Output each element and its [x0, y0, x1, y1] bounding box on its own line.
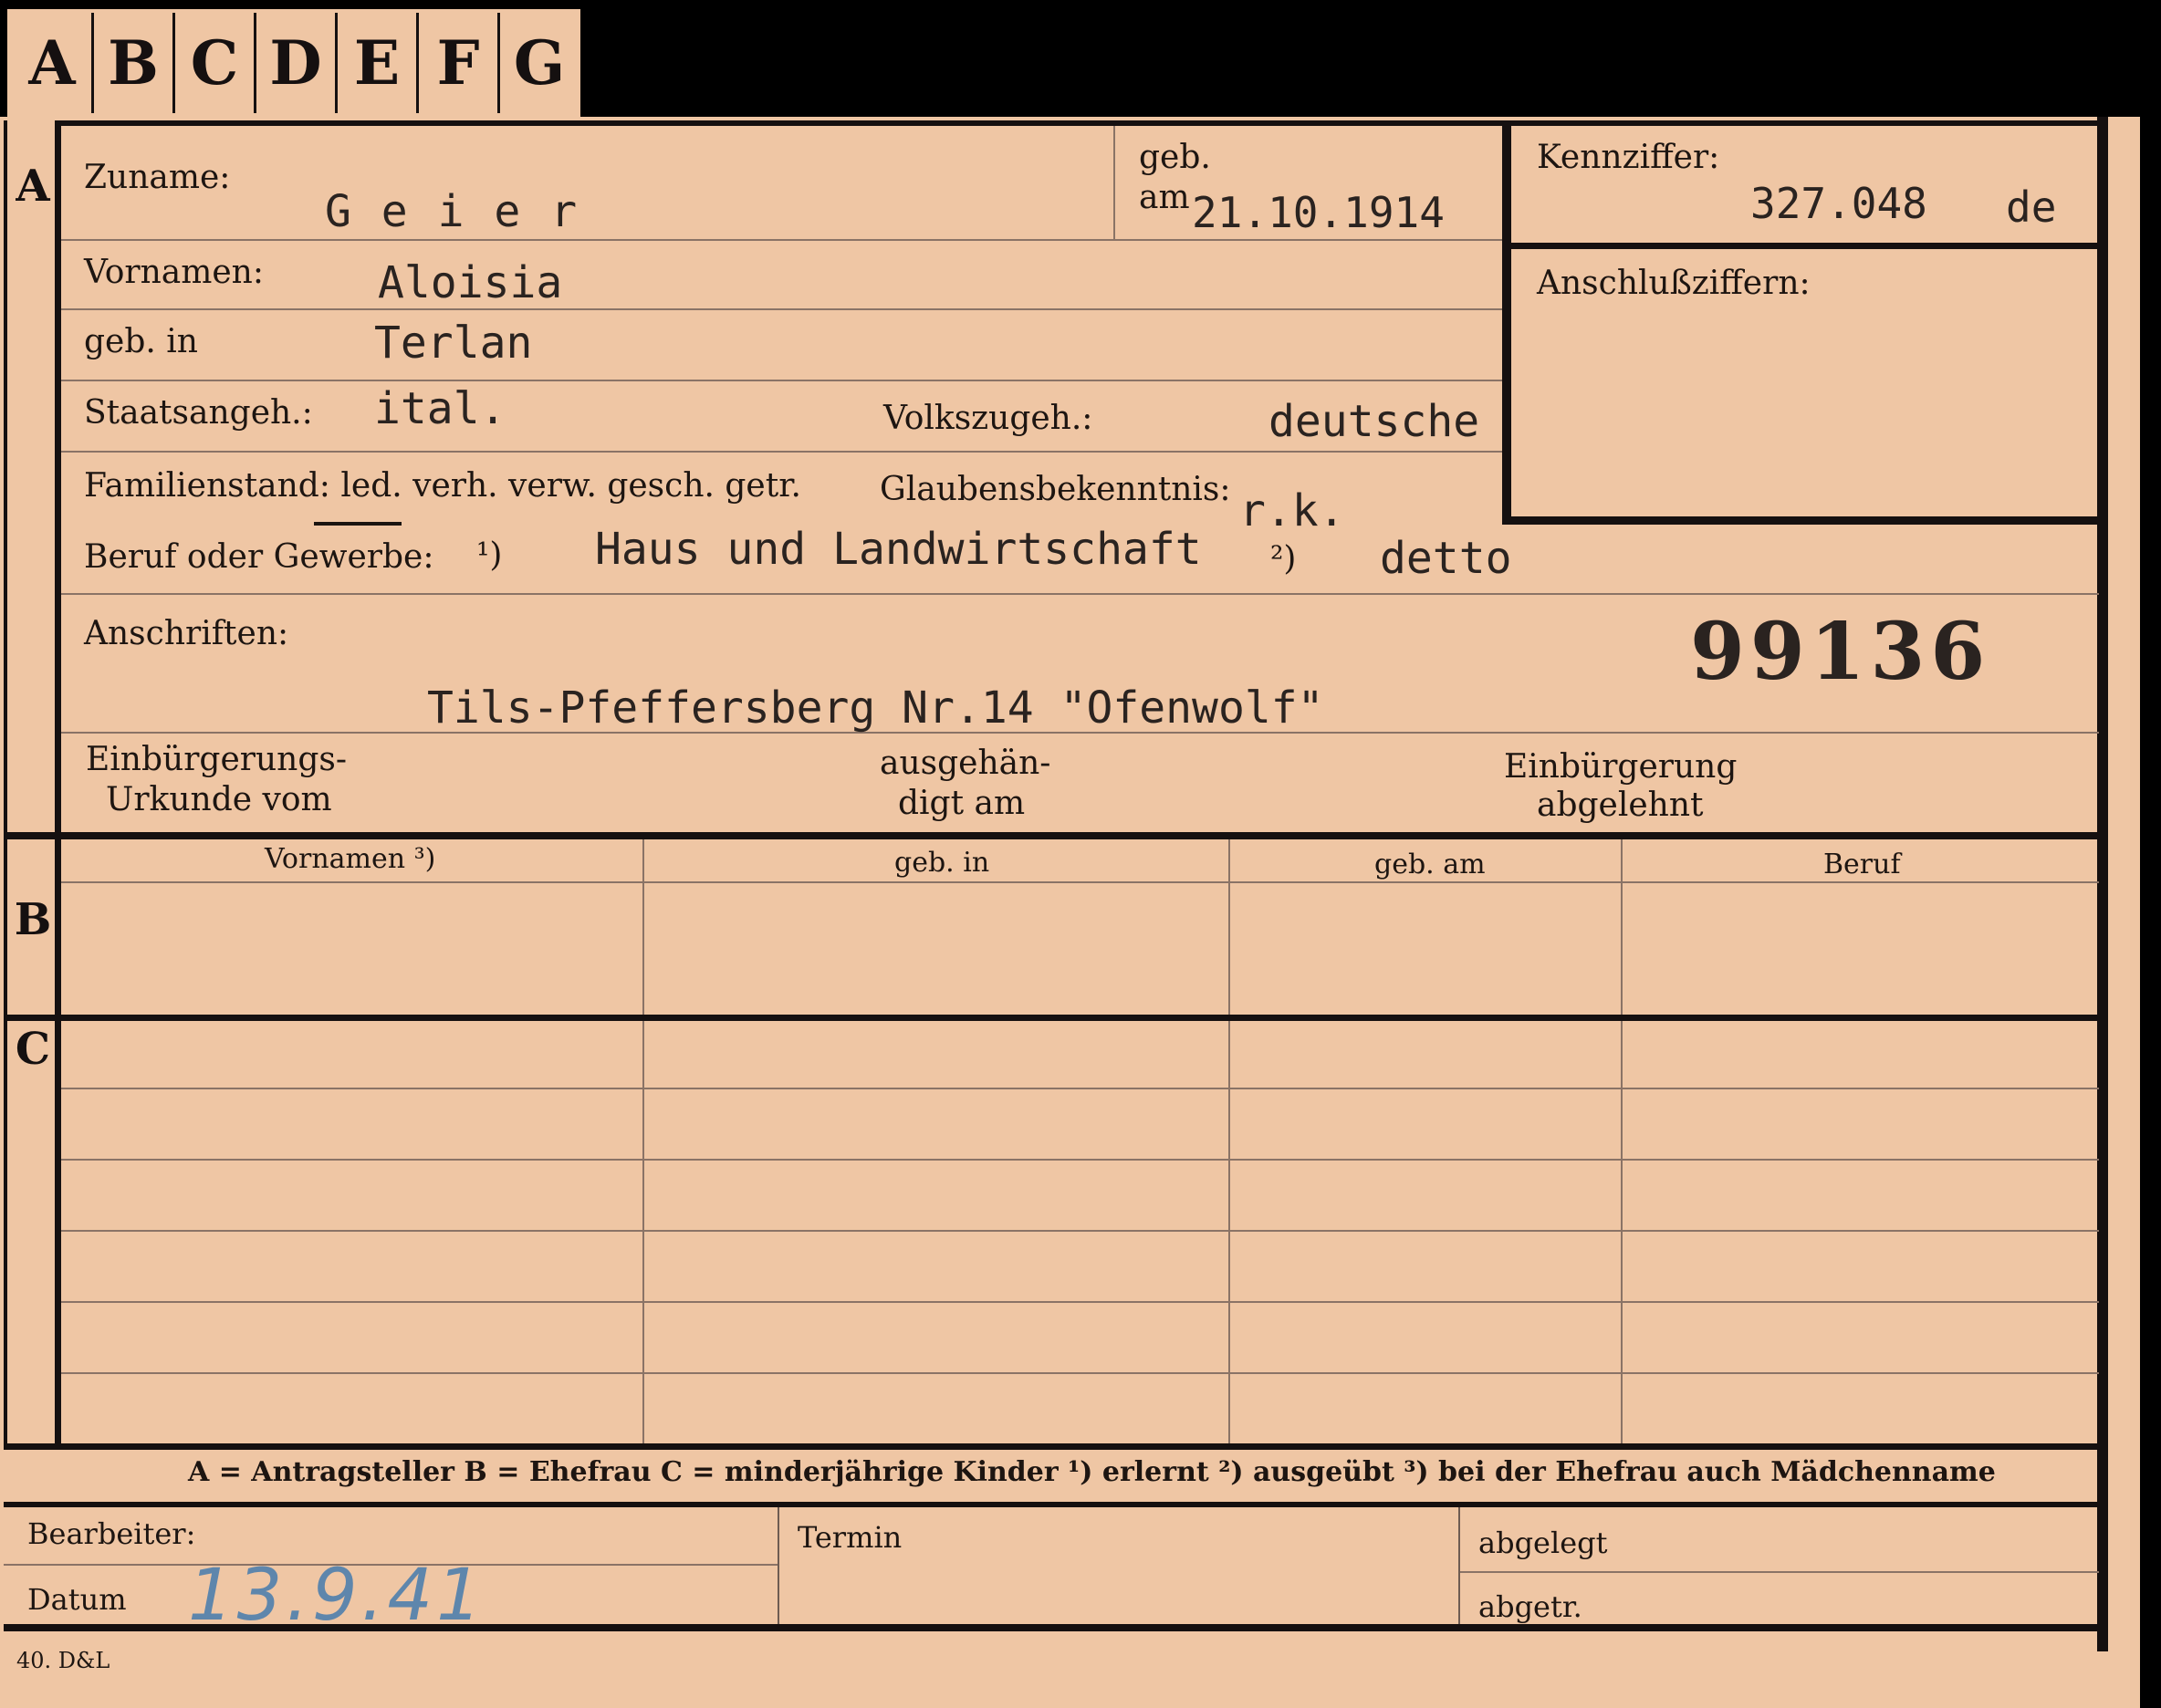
kennziffer-value: 327.048 [1750, 179, 1927, 228]
familienstand-underline [314, 522, 402, 526]
table-header-geb-am: geb. am [1374, 849, 1486, 880]
vornamen-label: Vornamen: [84, 254, 264, 291]
beruf-erlernt-value: Haus und Landwirtschaft [595, 524, 1202, 575]
section-letter-b: B [14, 894, 52, 945]
index-tab-g[interactable]: G [500, 13, 579, 113]
printer-mark: 40. D&L [16, 1648, 110, 1673]
einb-urkunde-label-2: Urkunde vom [106, 781, 332, 818]
legend-text: A = Antragsteller B = Ehefrau C = minder… [188, 1456, 1996, 1488]
am-label: am [1139, 179, 1190, 216]
table-header-beruf: Beruf [1823, 849, 1901, 880]
kennziffer-suffix: de [2006, 182, 2057, 232]
index-tab-d[interactable]: D [256, 13, 338, 113]
bearbeiter-label: Bearbeiter: [27, 1516, 196, 1551]
beruf-label: Beruf oder Gewerbe: [84, 538, 434, 576]
table-header-geb-in: geb. in [894, 847, 990, 879]
ausgehaendigt-label-2: digt am [898, 785, 1026, 822]
abgetr-label: abgetr. [1478, 1589, 1582, 1624]
volkszugeh-label: Volkszugeh.: [883, 400, 1093, 437]
termin-label: Termin [798, 1520, 903, 1555]
zuname-value: G e i e r [325, 186, 579, 237]
staatsangeh-label: Staatsangeh.: [84, 394, 313, 432]
staatsangeh-value: ital. [374, 383, 506, 434]
glaubensbekenntnis-value: r.k. [1239, 485, 1345, 536]
index-tab-a[interactable]: A [13, 13, 94, 113]
kennziffer-label: Kennziffer: [1537, 139, 1720, 176]
index-tab-f[interactable]: F [419, 13, 500, 113]
volkszugeh-value: deutsche [1268, 396, 1480, 447]
glaubensbekenntnis-label: Glaubensbekenntnis: [880, 471, 1231, 508]
geb-label: geb. [1139, 139, 1211, 176]
registration-card: A B C D E F G A B C Zuname: G e i e r ge… [0, 0, 2161, 1708]
einb-urkunde-label-1: Einbürgerungs- [86, 741, 348, 778]
index-tab-e[interactable]: E [338, 13, 419, 113]
anschlussziffern-label: Anschlußziffern: [1537, 265, 1811, 302]
vornamen-value: Aloisia [378, 257, 563, 308]
beruf-ausgeuebt-value: detto [1380, 533, 1512, 584]
zuname-label: Zuname: [84, 159, 231, 196]
anschriften-label: Anschriften: [84, 615, 289, 652]
beruf-note-1: ¹) [476, 536, 503, 574]
abgelegt-label: abgelegt [1478, 1526, 1608, 1560]
section-letter-a: A [16, 161, 50, 212]
geb-in-value: Terlan [374, 318, 533, 369]
datum-label: Datum [27, 1582, 127, 1617]
anschrift-value: Tils-Pfeffersberg Nr.14 "Ofenwolf" [427, 682, 1324, 734]
stamp-number: 99136 [1690, 606, 1991, 698]
geb-in-label: geb. in [84, 323, 198, 360]
familienstand-label: Familienstand: led. verh. verw. gesch. g… [84, 467, 801, 505]
index-tab-c[interactable]: C [175, 13, 256, 113]
einb-abgelehnt-label-2: abgelehnt [1537, 786, 1704, 824]
beruf-note-2: ²) [1270, 540, 1297, 578]
table-header-vornamen: Vornamen ³) [265, 843, 436, 875]
geb-am-value: 21.10.1914 [1192, 188, 1445, 237]
index-tab-b[interactable]: B [94, 13, 175, 113]
ausgehaendigt-label-1: ausgehän- [880, 745, 1051, 782]
einb-abgelehnt-label-1: Einbürgerung [1504, 748, 1738, 786]
section-letter-c: C [15, 1024, 51, 1075]
